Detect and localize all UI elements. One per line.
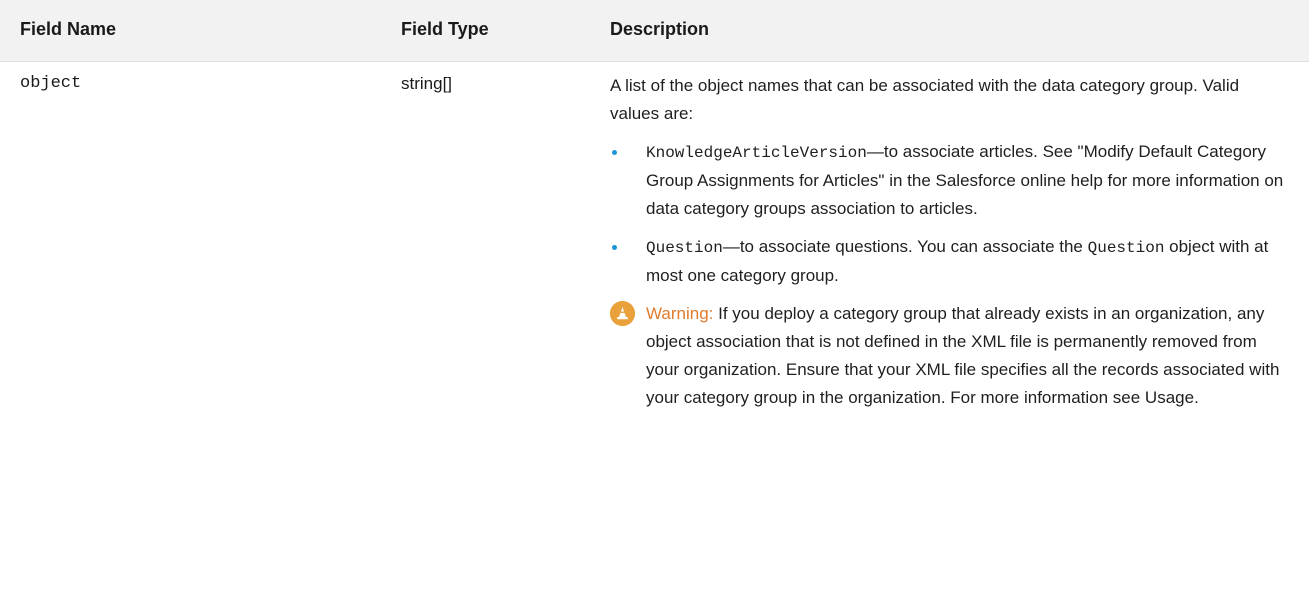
value-code: KnowledgeArticleVersion	[646, 144, 867, 162]
header-field-name: Field Name	[20, 19, 117, 39]
valid-values-list: KnowledgeArticleVersion—to associate art…	[610, 138, 1290, 290]
bullet-icon	[612, 245, 617, 250]
list-item: Question—to associate questions. You can…	[610, 233, 1290, 290]
list-item: KnowledgeArticleVersion—to associate art…	[610, 138, 1290, 223]
warning-note: Warning: If you deploy a category group …	[610, 300, 1290, 412]
bullet-icon	[612, 150, 617, 155]
field-name-cell: object	[20, 74, 82, 93]
inline-code: Question	[1087, 239, 1165, 257]
value-code: Question	[646, 239, 723, 257]
header-description: Description	[610, 19, 710, 39]
description-intro: A list of the object names that can be a…	[610, 76, 1240, 123]
warning-text: If you deploy a category group that alre…	[646, 304, 1280, 407]
warning-label: Warning:	[646, 304, 714, 323]
table-header-row: Field Name Field Type Description	[0, 0, 1309, 62]
field-type-cell: string[]	[401, 74, 453, 93]
warning-cone-icon	[610, 301, 635, 326]
header-field-type: Field Type	[401, 19, 489, 39]
description-cell: A list of the object names that can be a…	[610, 72, 1290, 412]
value-text-before: —to associate questions. You can associa…	[722, 237, 1088, 256]
